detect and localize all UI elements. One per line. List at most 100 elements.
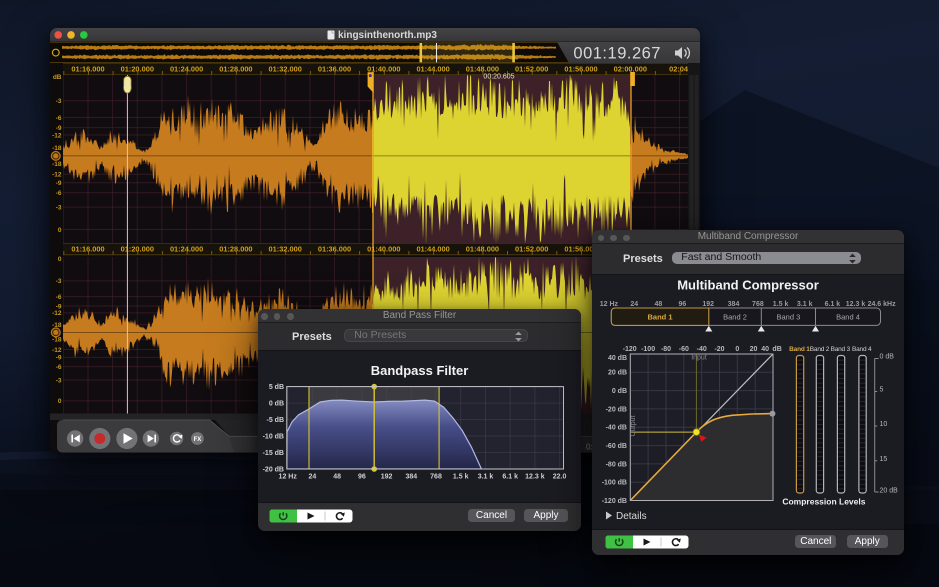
svg-text:-12: -12 — [52, 347, 62, 354]
svg-text:-6: -6 — [56, 115, 62, 122]
svg-text:-3: -3 — [56, 204, 62, 211]
svg-text:0 dB: 0 dB — [612, 388, 627, 395]
svg-text:01:48.000: 01:48.000 — [466, 245, 499, 254]
svg-text:-120: -120 — [623, 346, 637, 353]
svg-text:Band 4: Band 4 — [852, 346, 872, 353]
svg-text:20: 20 — [750, 346, 758, 353]
svg-text:12.3 k: 12.3 k — [846, 301, 866, 308]
svg-text:Band 4: Band 4 — [836, 313, 860, 322]
svg-text:-40: -40 — [697, 346, 707, 353]
svg-text:01:40.000: 01:40.000 — [367, 245, 400, 254]
svg-text:00:20.605: 00:20.605 — [483, 74, 514, 81]
svg-text:01:44.000: 01:44.000 — [416, 245, 449, 254]
svg-text:384: 384 — [728, 301, 740, 308]
svg-text:01:56.000: 01:56.000 — [564, 65, 597, 74]
svg-text:01:52.000: 01:52.000 — [515, 245, 548, 254]
svg-text:dB: dB — [53, 74, 62, 81]
svg-text:24.6 kHz: 24.6 kHz — [868, 301, 897, 308]
svg-text:0: 0 — [735, 346, 739, 353]
svg-text:dB: dB — [772, 346, 781, 353]
svg-text:-100: -100 — [641, 346, 655, 353]
svg-text:001:19.267: 001:19.267 — [573, 45, 661, 63]
svg-text:768: 768 — [430, 474, 442, 481]
svg-text:-40 dB: -40 dB — [606, 425, 627, 432]
svg-text:Details: Details — [616, 511, 647, 522]
svg-text:-12: -12 — [52, 310, 62, 317]
svg-text:22.0: 22.0 — [553, 474, 567, 481]
svg-text:15: 15 — [880, 456, 888, 463]
svg-text:0: 0 — [58, 256, 62, 263]
svg-text:-18: -18 — [52, 145, 62, 152]
svg-text:-80 dB: -80 dB — [606, 461, 627, 468]
svg-text:Compression Levels: Compression Levels — [782, 497, 865, 507]
svg-text:01:48.000: 01:48.000 — [466, 65, 499, 74]
svg-text:0: 0 — [58, 398, 62, 405]
svg-text:24: 24 — [309, 474, 317, 481]
svg-text:6.1 k: 6.1 k — [825, 301, 841, 308]
svg-text:-20: -20 — [714, 346, 724, 353]
svg-text:-6: -6 — [56, 190, 62, 197]
svg-text:kingsinthenorth.mp3: kingsinthenorth.mp3 — [338, 30, 437, 41]
svg-text:-9: -9 — [56, 125, 62, 132]
svg-text:-20 dB: -20 dB — [263, 466, 284, 473]
svg-text:-3: -3 — [56, 98, 62, 105]
svg-text:Input: Input — [691, 355, 707, 362]
svg-text:Band 1: Band 1 — [789, 346, 810, 353]
svg-text:0: 0 — [58, 227, 62, 234]
svg-text:Band 3: Band 3 — [777, 313, 801, 322]
svg-text:20 dB: 20 dB — [880, 488, 899, 495]
svg-text:-18: -18 — [52, 161, 62, 168]
svg-text:02:04.: 02:04. — [669, 65, 690, 74]
svg-text:01:28.000: 01:28.000 — [219, 65, 252, 74]
svg-text:FX: FX — [194, 437, 202, 443]
svg-text:12 Hz: 12 Hz — [600, 301, 619, 308]
svg-text:01:52.000: 01:52.000 — [515, 65, 548, 74]
svg-text:Multiband Compressor: Multiband Compressor — [677, 278, 819, 293]
svg-text:01:32.000: 01:32.000 — [269, 245, 302, 254]
svg-text:3.1 k: 3.1 k — [797, 301, 813, 308]
svg-text:5: 5 — [880, 387, 884, 394]
svg-text:6.1 k: 6.1 k — [502, 474, 518, 481]
svg-text:-10 dB: -10 dB — [263, 433, 284, 440]
svg-text:24: 24 — [630, 301, 638, 308]
svg-text:96: 96 — [679, 301, 687, 308]
svg-text:1.5 k: 1.5 k — [773, 301, 789, 308]
svg-text:-18: -18 — [52, 337, 62, 344]
svg-text:48: 48 — [333, 474, 341, 481]
svg-text:-120 dB: -120 dB — [602, 498, 627, 505]
svg-text:Band 1: Band 1 — [647, 313, 672, 322]
svg-text:768: 768 — [752, 301, 764, 308]
svg-text:01:36.000: 01:36.000 — [318, 245, 351, 254]
svg-text:-12: -12 — [52, 132, 62, 139]
svg-text:-12: -12 — [52, 172, 62, 179]
svg-text:01:24.000: 01:24.000 — [170, 245, 203, 254]
svg-text:01:36.000: 01:36.000 — [318, 65, 351, 74]
svg-text:-15 dB: -15 dB — [263, 450, 284, 457]
svg-text:01:24.000: 01:24.000 — [170, 65, 203, 74]
svg-text:Band 3: Band 3 — [831, 346, 851, 353]
svg-text:96: 96 — [358, 474, 366, 481]
svg-text:-20 dB: -20 dB — [606, 406, 627, 413]
svg-text:01:16.000: 01:16.000 — [71, 65, 104, 74]
svg-text:Output: Output — [630, 415, 637, 436]
svg-text:48: 48 — [655, 301, 663, 308]
svg-text:-60: -60 — [679, 346, 689, 353]
svg-text:192: 192 — [702, 301, 714, 308]
svg-text:1.5 k: 1.5 k — [453, 474, 469, 481]
svg-text:Bandpass Filter: Bandpass Filter — [371, 363, 469, 378]
svg-text:-80: -80 — [661, 346, 671, 353]
svg-text:12.3 k: 12.3 k — [525, 474, 545, 481]
svg-text:01:32.000: 01:32.000 — [269, 65, 302, 74]
svg-text:-3: -3 — [56, 377, 62, 384]
svg-text:-6: -6 — [56, 364, 62, 371]
svg-text:-9: -9 — [56, 180, 62, 187]
svg-text:5 dB: 5 dB — [269, 384, 284, 391]
svg-text:-6: -6 — [56, 294, 62, 301]
svg-text:20 dB: 20 dB — [608, 370, 627, 377]
svg-text:192: 192 — [381, 474, 393, 481]
svg-text:-60 dB: -60 dB — [606, 443, 627, 450]
svg-text:Band 2: Band 2 — [810, 346, 830, 353]
svg-text:0 dB: 0 dB — [269, 401, 284, 408]
svg-text:-100 dB: -100 dB — [602, 480, 627, 487]
svg-text:3.1 k: 3.1 k — [478, 474, 494, 481]
